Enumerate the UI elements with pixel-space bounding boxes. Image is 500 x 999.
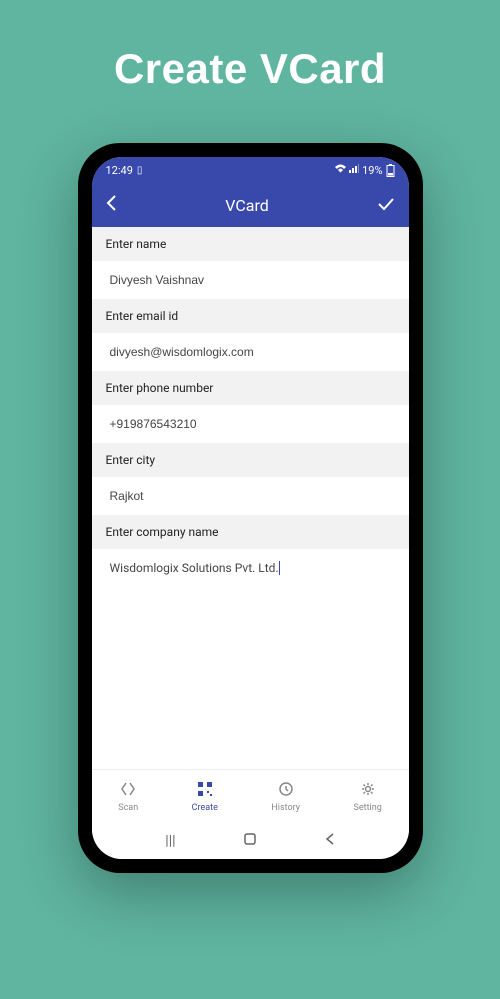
nav-setting[interactable]: Setting	[354, 781, 382, 813]
nav-setting-label: Setting	[354, 803, 382, 813]
notification-icon: ▯	[137, 165, 143, 176]
sys-nav-back[interactable]	[325, 832, 335, 850]
sys-nav-home[interactable]	[243, 832, 257, 850]
back-button[interactable]	[106, 193, 118, 217]
field-name-group: Enter name	[92, 227, 409, 299]
nav-scan-label: Scan	[118, 803, 138, 813]
status-time: 12:49	[106, 164, 133, 177]
app-bar: VCard	[92, 183, 409, 227]
company-label: Enter company name	[92, 515, 409, 549]
nav-history-label: History	[271, 803, 300, 813]
city-label: Enter city	[92, 443, 409, 477]
history-icon	[278, 781, 294, 801]
name-input[interactable]	[92, 261, 409, 299]
signal-icon	[349, 164, 359, 176]
company-input[interactable]: Wisdomlogix Solutions Pvt. Ltd.	[92, 549, 409, 587]
nav-history[interactable]: History	[271, 781, 300, 813]
battery-percent: 19%	[362, 164, 382, 177]
text-cursor	[279, 561, 280, 575]
field-email-group: Enter email id	[92, 299, 409, 371]
field-city-group: Enter city	[92, 443, 409, 515]
bottom-nav: Scan Create History Setting	[92, 769, 409, 823]
form-spacer	[92, 587, 409, 769]
scan-icon	[120, 781, 136, 801]
page-title: Create VCard	[114, 45, 386, 93]
status-bar: 12:49 ▯ 19%	[92, 157, 409, 183]
field-phone-group: Enter phone number	[92, 371, 409, 443]
email-label: Enter email id	[92, 299, 409, 333]
phone-screen: 12:49 ▯ 19% VCard	[92, 157, 409, 859]
sys-nav-recents[interactable]: |||	[165, 833, 175, 849]
city-input[interactable]	[92, 477, 409, 515]
nav-create[interactable]: Create	[192, 781, 218, 813]
nav-create-label: Create	[192, 803, 218, 813]
field-company-group: Enter company name Wisdomlogix Solutions…	[92, 515, 409, 587]
phone-input[interactable]	[92, 405, 409, 443]
form-content: Enter name Enter email id Enter phone nu…	[92, 227, 409, 769]
status-left: 12:49 ▯	[106, 164, 143, 177]
create-icon	[197, 781, 213, 801]
system-nav: |||	[92, 823, 409, 859]
confirm-button[interactable]	[377, 195, 395, 216]
app-bar-title: VCard	[225, 196, 269, 215]
battery-icon	[386, 164, 395, 177]
nav-scan[interactable]: Scan	[118, 781, 138, 813]
setting-icon	[360, 781, 376, 801]
status-right: 19%	[335, 164, 394, 177]
wifi-icon	[335, 164, 346, 176]
email-input[interactable]	[92, 333, 409, 371]
phone-label: Enter phone number	[92, 371, 409, 405]
name-label: Enter name	[92, 227, 409, 261]
phone-frame: 12:49 ▯ 19% VCard	[78, 143, 423, 873]
